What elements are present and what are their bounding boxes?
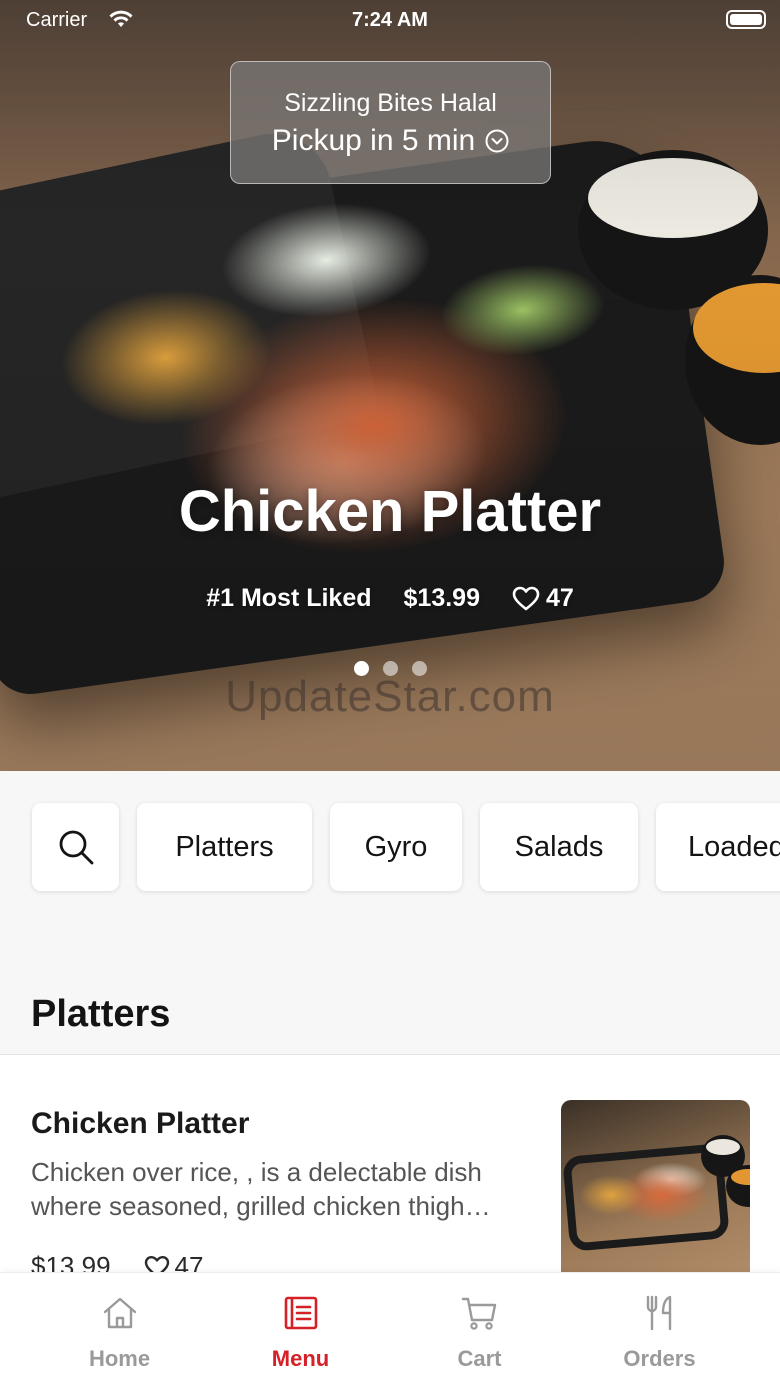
tab-bar: Home Menu Cart Orders — [0, 1272, 780, 1387]
category-chip-loaded[interactable]: Loaded — [656, 803, 780, 891]
watermark: UpdateStar.com — [225, 672, 555, 721]
category-chip-salads[interactable]: Salads — [480, 803, 638, 891]
cart-icon — [461, 1297, 496, 1330]
restaurant-name: Sizzling Bites Halal — [284, 89, 497, 117]
tab-orders[interactable]: Orders — [562, 1273, 757, 1387]
menu-item-likes-count: 47 — [174, 1251, 204, 1272]
section-header: Platters — [0, 993, 780, 1055]
home-icon — [103, 1297, 136, 1329]
category-chip-gyro[interactable]: Gyro — [330, 803, 462, 891]
chevron-down-circle-icon — [485, 129, 509, 153]
tab-menu[interactable]: Menu — [203, 1273, 398, 1387]
hero-badge: #1 Most Liked — [206, 584, 372, 612]
hero-title: Chicken Platter — [178, 479, 602, 544]
hero-likes-count: 47 — [545, 584, 574, 612]
menu-item-meta: $13.99 47 — [31, 1251, 203, 1272]
pickup-time: Pickup in 5 min — [271, 124, 476, 157]
hero-price: $13.99 — [403, 584, 480, 612]
menu-item-name: Chicken Platter — [31, 1107, 250, 1140]
tab-home[interactable]: Home — [22, 1273, 217, 1387]
battery-icon — [726, 10, 766, 29]
hero-meta: #1 Most Liked $13.99 47 — [0, 584, 780, 613]
category-bar: Platters Gyro Salads Loaded — [0, 771, 780, 1001]
search-icon — [59, 830, 93, 865]
tab-orders-label: Orders — [623, 1346, 696, 1371]
category-chip-platters[interactable]: Platters — [137, 803, 312, 891]
heart-icon — [512, 586, 540, 610]
menu-item-description: Chicken over rice, , is a delectable dis… — [31, 1157, 491, 1221]
status-bar: Carrier 7:24 AM — [0, 0, 780, 40]
heart-icon — [144, 1255, 169, 1272]
pickup-location-selector[interactable]: Sizzling Bites Halal Pickup in 5 min — [230, 61, 551, 184]
tab-cart[interactable]: Cart — [382, 1273, 577, 1387]
search-button[interactable] — [32, 803, 119, 891]
menu-item-image — [561, 1100, 750, 1272]
menu-item-card[interactable]: Chicken Platter Chicken over rice, , is … — [0, 1055, 780, 1272]
clock: 7:24 AM — [352, 9, 428, 31]
section-title: Platters — [31, 993, 171, 1035]
tab-cart-label: Cart — [457, 1346, 502, 1371]
menu-item-likes: 47 — [143, 1251, 204, 1272]
tab-home-label: Home — [88, 1346, 151, 1371]
hero-likes: 47 — [512, 584, 574, 613]
menu-item-price: $13.99 — [31, 1251, 111, 1272]
tab-menu-label: Menu — [271, 1346, 330, 1371]
hero-banner[interactable]: Carrier 7:24 AM Sizzling Bites Halal Pic… — [0, 0, 780, 771]
pickup-time-row: Pickup in 5 min — [231, 124, 550, 158]
menu-list-icon — [284, 1296, 317, 1330]
fork-knife-icon — [646, 1295, 671, 1331]
